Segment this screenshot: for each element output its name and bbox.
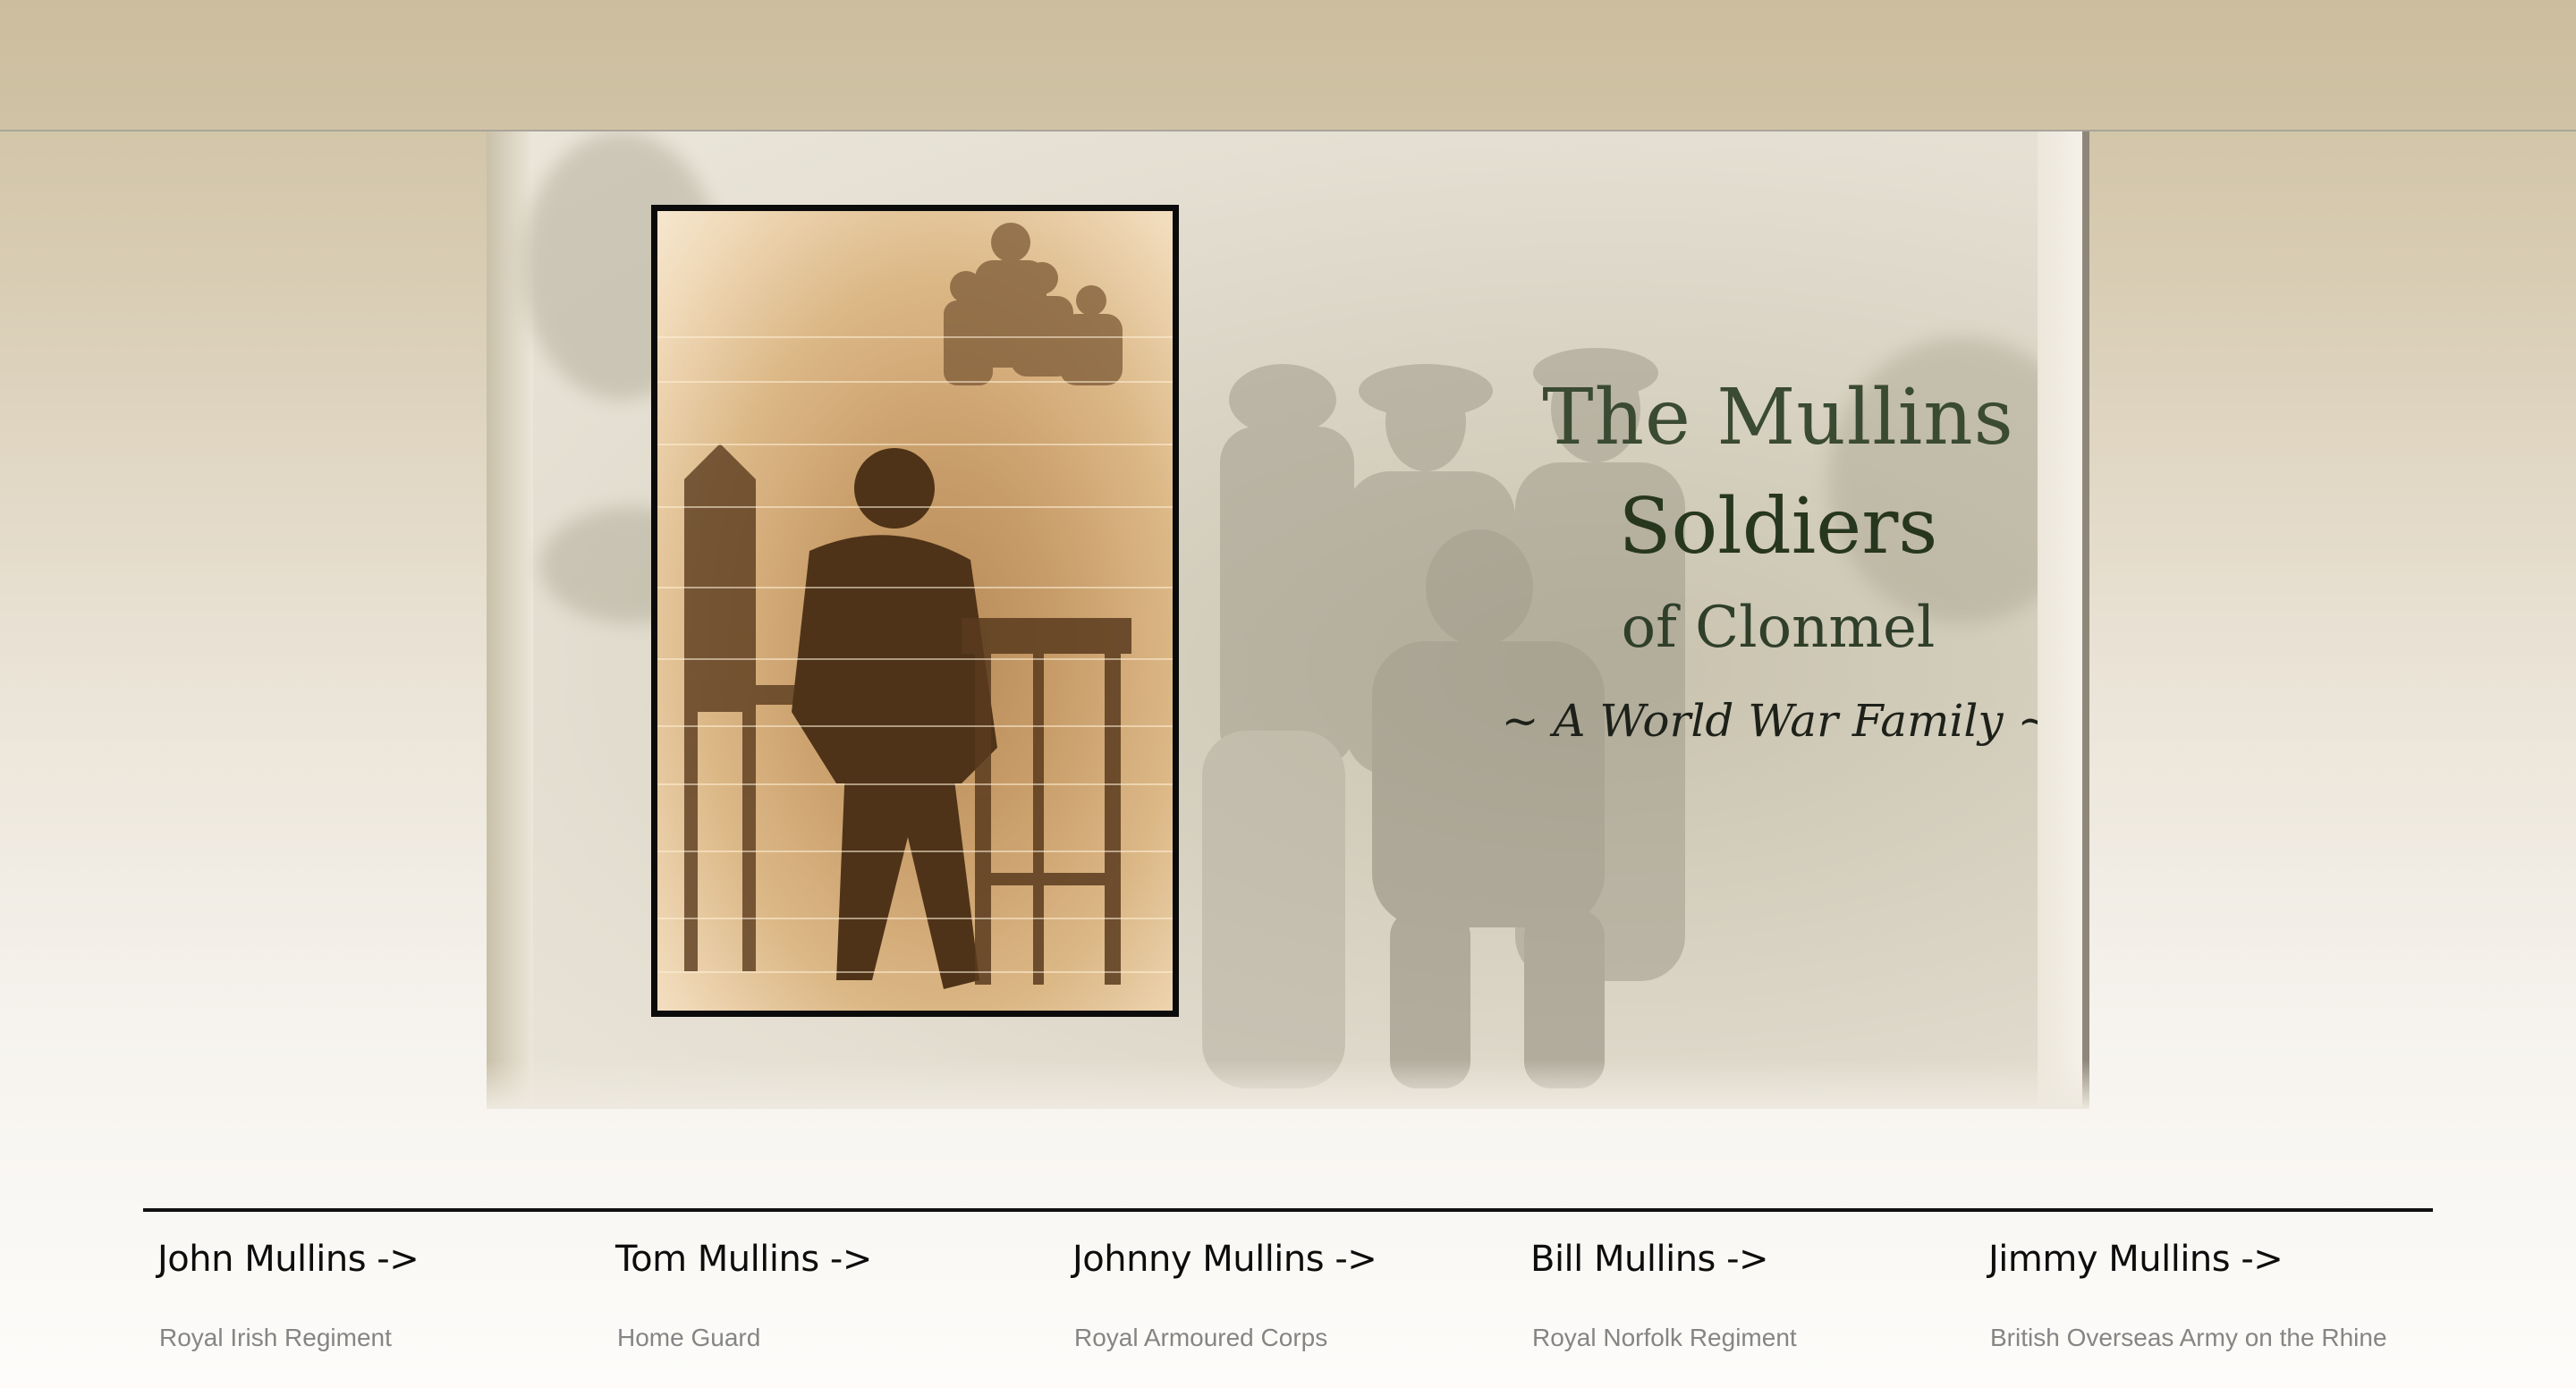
site-title-line3: of Clonmel	[1621, 595, 1936, 661]
photo-crease	[657, 971, 1173, 973]
photo-bottom-fade	[487, 1060, 2089, 1109]
photo-crease	[657, 444, 1173, 445]
hero-banner: The Mullins Soldiers of Clonmel ~ A Worl…	[487, 131, 2089, 1109]
soldier-unit-label: Home Guard	[617, 1324, 761, 1351]
site-title-block: The Mullins Soldiers of Clonmel ~ A Worl…	[1429, 131, 2089, 1109]
soldier-portrait-illustration	[684, 223, 1131, 989]
photo-crease	[657, 336, 1173, 338]
soldier-unit-label: Royal Armoured Corps	[1074, 1324, 1328, 1351]
photo-crease	[657, 918, 1173, 919]
photo-crease	[657, 587, 1173, 588]
photo-edge-right	[2082, 131, 2089, 1109]
portrait-photo-john-mullins	[651, 205, 1179, 1017]
soldier-link-tom-mullins[interactable]: Tom Mullins ->	[615, 1239, 872, 1280]
soldier-link-johnny-mullins[interactable]: Johnny Mullins ->	[1072, 1239, 1377, 1280]
soldier-unit-label: Royal Norfolk Regiment	[1532, 1324, 1797, 1351]
photo-crease	[657, 783, 1173, 785]
site-title-line2: Soldiers	[1618, 482, 1938, 571]
soldier-unit-label: Royal Irish Regiment	[159, 1324, 392, 1351]
photo-crease	[657, 381, 1173, 383]
site-title-line1: The Mullins	[1542, 373, 2014, 462]
photo-crease	[657, 725, 1173, 727]
photo-edge-right-border	[2038, 131, 2082, 1109]
soldier-unit-label: British Overseas Army on the Rhine	[1990, 1324, 2387, 1351]
photo-crease	[657, 658, 1173, 660]
soldier-link-jimmy-mullins[interactable]: Jimmy Mullins ->	[1988, 1239, 2284, 1280]
photo-crease	[657, 851, 1173, 852]
section-divider	[143, 1208, 2433, 1212]
top-header-bar	[0, 0, 2576, 131]
soldier-link-john-mullins[interactable]: John Mullins ->	[157, 1239, 419, 1280]
site-tagline: ~ A World War Family ~	[1501, 695, 2055, 747]
photo-crease	[657, 506, 1173, 508]
soldier-link-bill-mullins[interactable]: Bill Mullins ->	[1530, 1239, 1769, 1280]
